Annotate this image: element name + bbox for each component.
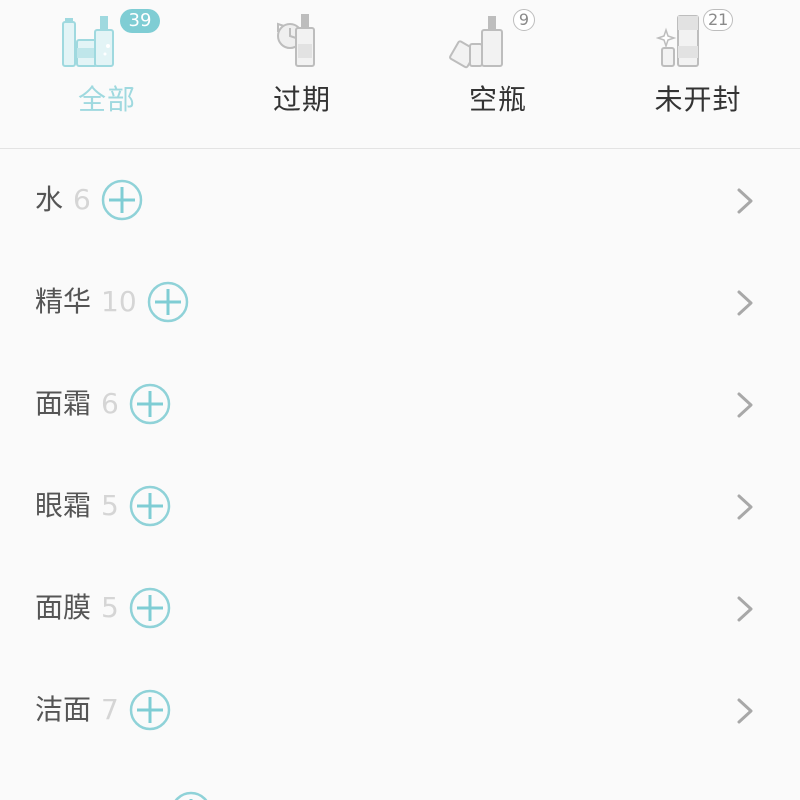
empty-bottle-icon: [448, 8, 512, 72]
expired-bottle-icon: [268, 8, 332, 72]
chevron-right-icon: [736, 697, 754, 725]
category-count: 5: [101, 489, 119, 522]
category-name: 面膜: [35, 591, 92, 624]
add-item-button[interactable]: [129, 689, 171, 731]
tab-label: 未开封: [654, 83, 742, 116]
add-item-button[interactable]: [129, 587, 171, 629]
category-row-serum[interactable]: 精华 10: [0, 251, 800, 353]
tab-label: 空瓶: [468, 83, 527, 116]
category-name: 精华: [35, 285, 92, 318]
category-row-partial[interactable]: [0, 761, 800, 800]
plus-circle-icon: [129, 689, 171, 731]
category-row-cleanser[interactable]: 洁面 7: [0, 659, 800, 761]
plus-circle-icon: [129, 383, 171, 425]
plus-circle-icon: [174, 791, 208, 800]
tab-unopened[interactable]: 21 未开封: [598, 0, 798, 148]
tab-label: 全部: [77, 83, 136, 116]
category-count: 6: [101, 387, 119, 420]
tab-badge-count: 21: [703, 9, 734, 31]
category-name: 洁面: [35, 693, 92, 726]
tab-expired[interactable]: 过期: [202, 0, 402, 148]
category-count: 10: [101, 285, 137, 318]
category-row-face-cream[interactable]: 面霜 6: [0, 353, 800, 455]
chevron-right-icon: [736, 289, 754, 317]
chevron-right-icon: [736, 187, 754, 215]
category-row-water[interactable]: 水6: [0, 149, 800, 251]
plus-circle-icon: [101, 179, 143, 221]
category-name: 水: [35, 183, 64, 216]
tab-empty[interactable]: 9 空瓶: [398, 0, 598, 148]
category-tab-bar: 39 全部 过期 9 空瓶 21 未开封: [0, 0, 800, 149]
add-item-button[interactable]: [101, 179, 143, 221]
category-row-eye-cream[interactable]: 眼霜 5: [0, 455, 800, 557]
tab-label: 过期: [272, 83, 331, 116]
add-item-button[interactable]: [170, 791, 212, 800]
category-row-mask[interactable]: 面膜 5: [0, 557, 800, 659]
tab-badge-count: 9: [513, 9, 535, 31]
category-name: 面霜: [35, 387, 92, 420]
plus-circle-icon: [147, 281, 188, 323]
tab-badge-count: 39: [120, 9, 160, 33]
category-count: 6: [73, 183, 91, 216]
chevron-right-icon: [736, 595, 754, 623]
category-name: 眼霜: [35, 489, 92, 522]
chevron-right-icon: [736, 493, 754, 521]
plus-circle-icon: [129, 587, 171, 629]
add-item-button[interactable]: [129, 383, 171, 425]
plus-circle-icon: [129, 485, 171, 527]
category-count: 7: [101, 693, 119, 726]
category-count: 5: [101, 591, 119, 624]
add-item-button[interactable]: [147, 281, 189, 323]
tab-all[interactable]: 39 全部: [7, 0, 207, 148]
cosmetics-set-icon: [59, 8, 123, 72]
add-item-button[interactable]: [129, 485, 171, 527]
app-root: 39 全部 过期 9 空瓶 21 未开封 水 6 精华 10 面霜 6 眼霜 5…: [0, 0, 800, 800]
chevron-right-icon: [736, 391, 754, 419]
